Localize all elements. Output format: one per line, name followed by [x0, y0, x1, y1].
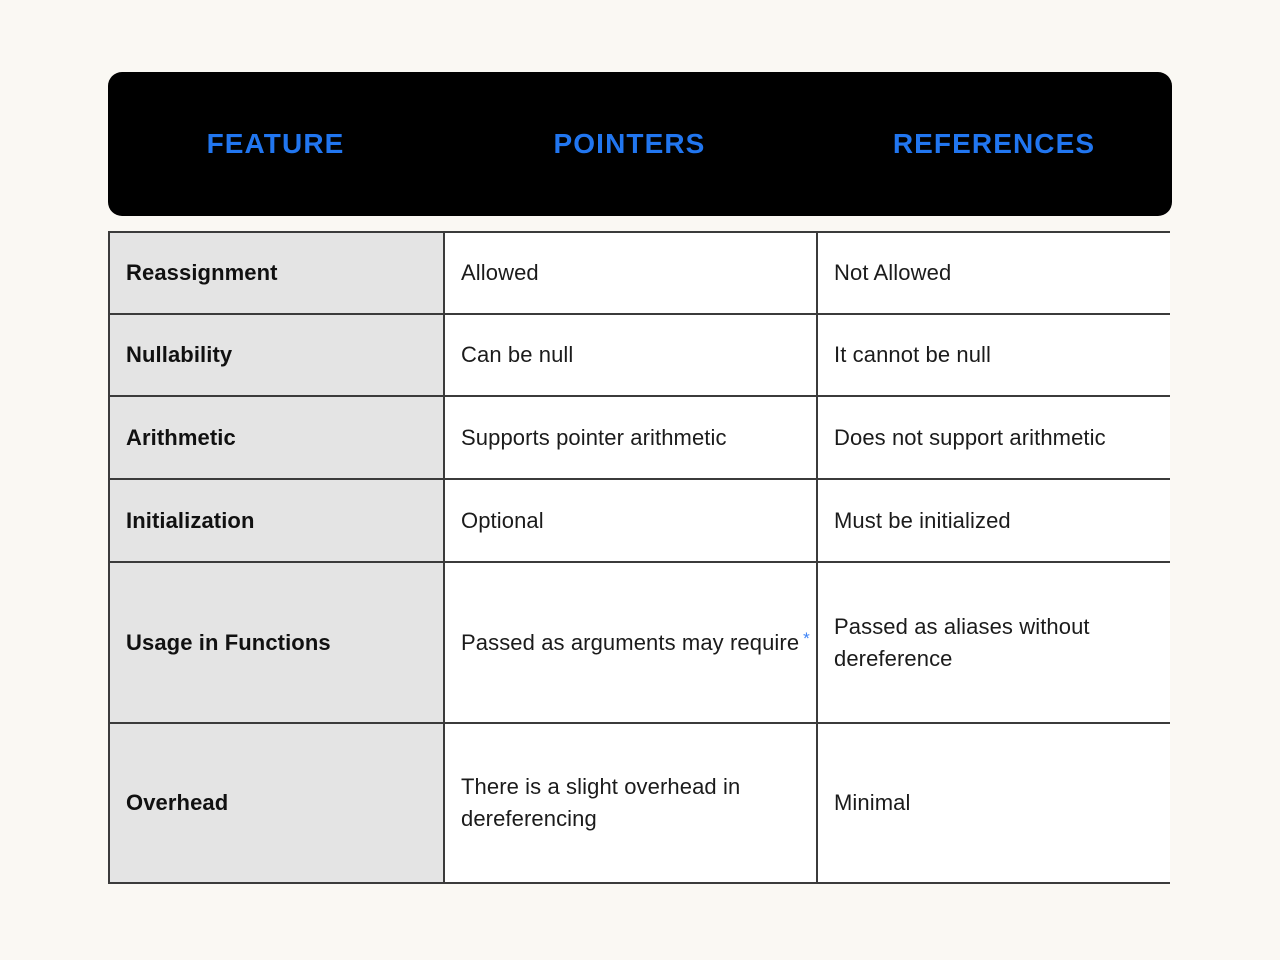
footnote-asterisk: *	[803, 628, 810, 648]
feature-label: Initialization	[126, 508, 255, 534]
references-value: Minimal	[834, 790, 911, 816]
table-body: Reassignment Allowed Not Allowed Nullabi…	[110, 233, 1170, 882]
references-value: Not Allowed	[834, 259, 952, 285]
header-label-references: REFERENCES	[892, 128, 1096, 159]
cell-references: Does not support arithmetic	[817, 396, 1170, 481]
cell-pointers: There is a slight overhead in dereferenc…	[444, 723, 818, 882]
table-row: Reassignment Allowed Not Allowed	[110, 233, 1170, 315]
pointers-value: Optional	[461, 507, 544, 533]
table-row: Usage in Functions Passed as arguments m…	[110, 562, 1170, 725]
cell-feature: Reassignment	[110, 233, 445, 315]
pointers-value: There is a slight overhead in dereferenc…	[461, 774, 741, 832]
cell-pointers: Supports pointer arithmetic	[444, 396, 818, 481]
cell-feature: Arithmetic	[110, 396, 445, 481]
table-row: Arithmetic Supports pointer arithmetic D…	[110, 396, 1170, 481]
pointers-value: Passed as arguments may require	[461, 629, 800, 655]
feature-label: Nullability	[126, 342, 233, 368]
header-cell-references: REFERENCES	[816, 72, 1172, 216]
pointers-value: Allowed	[461, 259, 539, 285]
feature-label: Reassignment	[126, 260, 278, 285]
cell-references: Passed as aliases without dereference	[817, 562, 1170, 725]
comparison-table: Reassignment Allowed Not Allowed Nullabi…	[108, 231, 1170, 884]
cell-references: Not Allowed	[817, 233, 1170, 315]
feature-label: Overhead	[126, 790, 229, 816]
header-cell-pointers: POINTERS	[443, 72, 816, 216]
table-header-bar: FEATURE POINTERS REFERENCES	[108, 72, 1172, 216]
table-row: Nullability Can be null It cannot be nul…	[110, 313, 1170, 398]
references-value: Passed as aliases without dereference	[834, 613, 1090, 671]
references-value: Must be initialized	[834, 507, 1011, 533]
header-label-feature: FEATURE	[206, 128, 345, 159]
cell-feature: Initialization	[110, 479, 445, 564]
table-element: Reassignment Allowed Not Allowed Nullabi…	[110, 233, 1170, 882]
cell-feature: Usage in Functions	[110, 562, 445, 725]
cell-feature: Nullability	[110, 313, 445, 398]
cell-feature: Overhead	[110, 723, 445, 882]
table-row: Overhead There is a slight overhead in d…	[110, 723, 1170, 882]
cell-pointers: Passed as arguments may require *	[444, 562, 818, 725]
pointers-value: Supports pointer arithmetic	[461, 424, 727, 450]
feature-label: Usage in Functions	[126, 630, 331, 656]
cell-references: Must be initialized	[817, 479, 1170, 564]
header-label-pointers: POINTERS	[553, 128, 706, 159]
cell-pointers: Optional	[444, 479, 818, 564]
references-value: Does not support arithmetic	[834, 424, 1106, 450]
cell-references: It cannot be null	[817, 313, 1170, 398]
cell-references: Minimal	[817, 723, 1170, 882]
feature-label: Arithmetic	[126, 425, 236, 451]
references-value: It cannot be null	[834, 342, 992, 368]
header-cell-feature: FEATURE	[108, 72, 443, 216]
pointers-value: Can be null	[461, 342, 574, 368]
cell-pointers: Can be null	[444, 313, 818, 398]
cell-pointers: Allowed	[444, 233, 818, 315]
table-row: Initialization Optional Must be initiali…	[110, 479, 1170, 564]
comparison-table-page: FEATURE POINTERS REFERENCES Reassignment…	[0, 0, 1280, 960]
